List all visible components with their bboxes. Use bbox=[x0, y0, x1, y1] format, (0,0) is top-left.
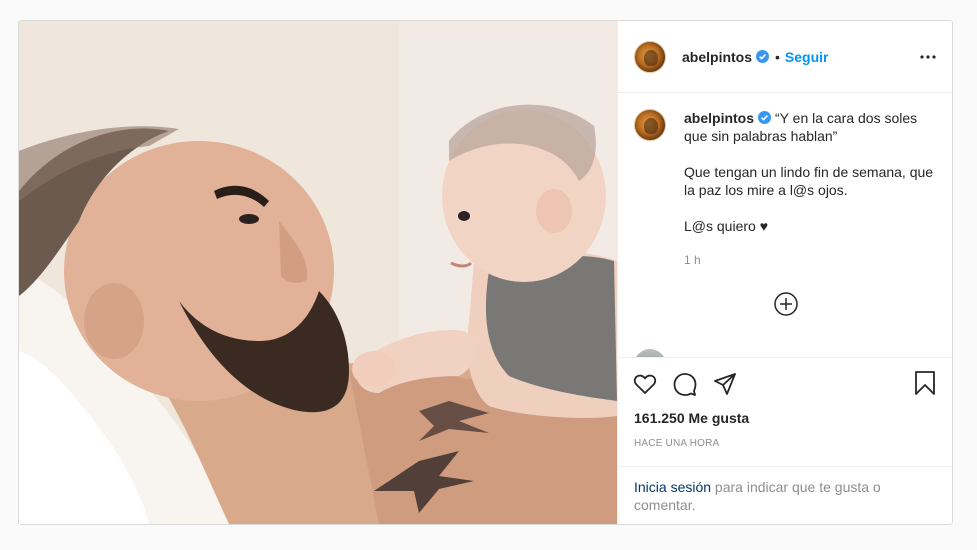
comment-item: dollygarcia1 bbox=[634, 349, 826, 357]
caption-time[interactable]: 1 h bbox=[684, 251, 936, 269]
post-header: abelpintos • Seguir bbox=[618, 21, 952, 93]
plus-circle-icon[interactable] bbox=[773, 291, 799, 317]
caption: abelpintos “Y en la cara dos soles que s… bbox=[634, 109, 936, 269]
instagram-post: abelpintos • Seguir abelpintos “Y en la … bbox=[18, 20, 953, 525]
post-time[interactable]: HACE UNA HORA bbox=[618, 438, 952, 458]
comment-icon[interactable] bbox=[672, 371, 698, 397]
author-avatar[interactable] bbox=[634, 40, 666, 73]
comments-area: abelpintos “Y en la cara dos soles que s… bbox=[618, 93, 952, 358]
send-icon[interactable] bbox=[712, 371, 738, 397]
follow-button[interactable]: Seguir bbox=[785, 49, 829, 65]
separator-dot: • bbox=[775, 48, 780, 65]
login-prompt: Inicia sesión para indicar que te gusta … bbox=[618, 466, 952, 524]
action-bar bbox=[618, 358, 952, 410]
more-options-icon[interactable] bbox=[920, 47, 936, 67]
caption-avatar[interactable] bbox=[634, 109, 666, 141]
verified-badge-icon bbox=[756, 50, 770, 63]
verified-badge-icon bbox=[758, 111, 772, 124]
heart-icon[interactable] bbox=[632, 371, 658, 397]
photo-illustration bbox=[19, 21, 617, 524]
bookmark-icon[interactable] bbox=[912, 370, 938, 396]
caption-username[interactable]: abelpintos bbox=[684, 110, 754, 126]
login-link[interactable]: Inicia sesión bbox=[634, 479, 711, 495]
post-photo[interactable] bbox=[19, 21, 617, 524]
commenter-avatar[interactable] bbox=[634, 349, 666, 357]
likes-count[interactable]: 161.250 Me gusta bbox=[618, 410, 952, 430]
caption-text: “Y en la cara dos soles que sin palabras… bbox=[684, 110, 934, 234]
author-username[interactable]: abelpintos bbox=[682, 49, 752, 65]
caption-body: abelpintos “Y en la cara dos soles que s… bbox=[684, 109, 936, 269]
post-sidebar: abelpintos • Seguir abelpintos “Y en la … bbox=[617, 21, 952, 524]
